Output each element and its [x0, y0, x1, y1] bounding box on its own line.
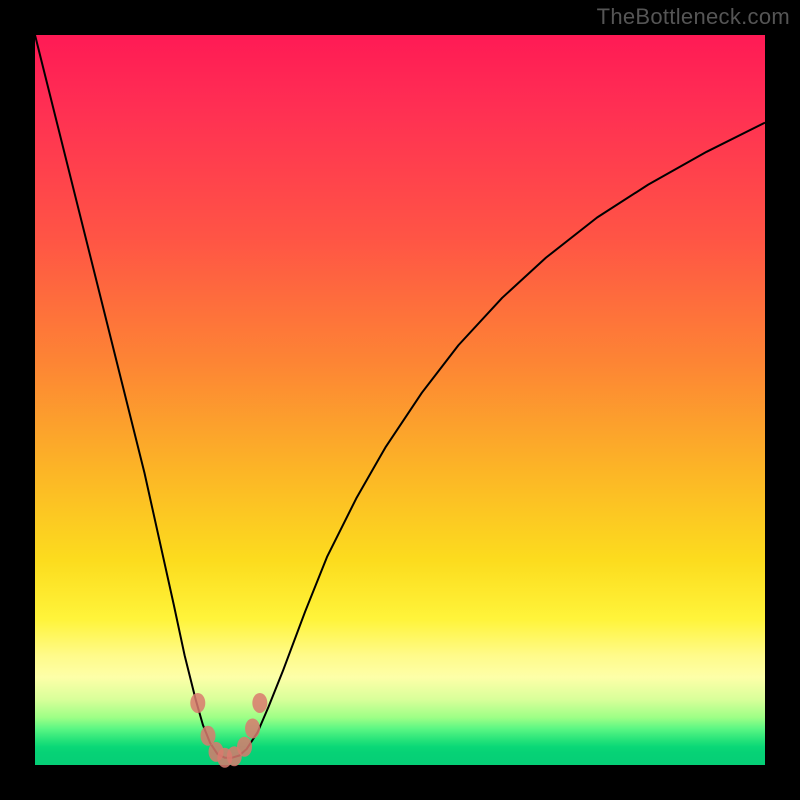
highlight-dot — [190, 693, 205, 713]
curve-layer — [35, 35, 765, 765]
highlight-dot — [245, 719, 260, 739]
watermark-text: TheBottleneck.com — [597, 4, 790, 30]
plot-area — [35, 35, 765, 765]
highlight-dot — [252, 693, 267, 713]
chart-canvas: TheBottleneck.com — [0, 0, 800, 800]
highlight-dot — [237, 737, 252, 757]
bottleneck-curve — [35, 35, 765, 758]
